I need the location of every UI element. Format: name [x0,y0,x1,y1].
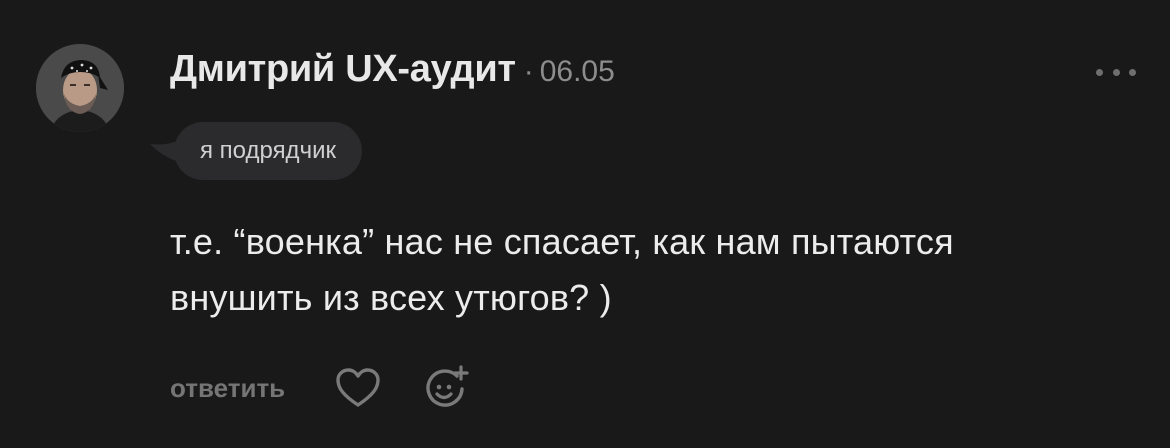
like-button[interactable] [335,367,381,409]
comment-actions: ответить [170,360,471,416]
avatar-image [36,44,124,132]
add-reaction-icon [426,365,469,407]
author-name[interactable]: Дмитрий UX-аудит [170,48,516,91]
comment-date: 06.05 [539,55,615,88]
reply-button[interactable]: ответить [170,373,285,404]
comment-text-line: внушить из всех утюгов? ) [170,277,612,318]
comment-text: т.е. “военка” нас не спасает, как нам пы… [170,214,1150,326]
more-options-button[interactable] [1096,62,1136,82]
more-horizontal-icon-dot [1129,68,1136,76]
comment-card: Дмитрий UX-аудит · 06.05 я подрядчик т.е… [0,0,1170,448]
avatar[interactable] [36,44,124,132]
reply-to-label: я подрядчик [200,137,336,164]
more-horizontal-icon-dot [1096,68,1103,76]
reply-to-badge[interactable]: я подрядчик [174,122,362,180]
comment-header: Дмитрий UX-аудит · 06.05 [170,48,615,100]
heart-icon [336,368,380,407]
add-reaction-button[interactable] [423,364,471,412]
comment-text-line: т.е. “военка” нас не спасает, как нам пы… [170,221,954,262]
more-horizontal-icon-dot [1112,68,1120,76]
header-separator: · [523,55,534,88]
